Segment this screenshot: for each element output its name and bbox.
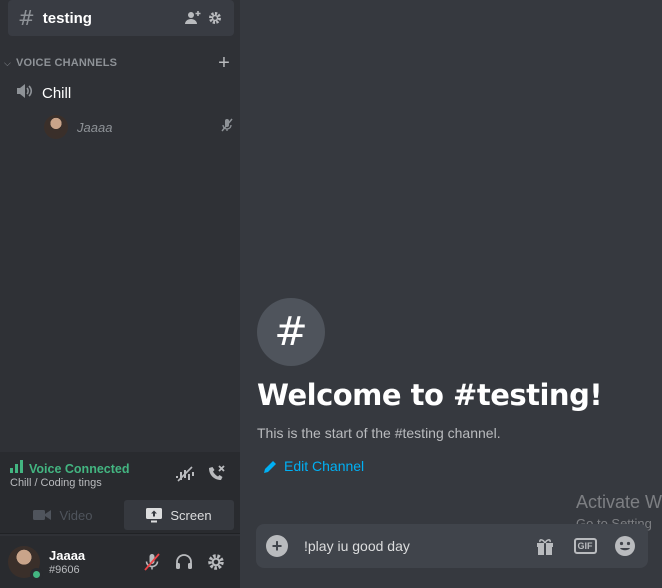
chevron-down-icon: ⌵ [4,57,11,68]
user-panel: Jaaaa #9606 [0,536,240,588]
video-label: Video [59,507,93,523]
activation-watermark-title: Activate W [576,492,662,512]
voice-status-sub: Chill / Coding tings [10,477,102,489]
voice-channel-label: Chill [42,84,72,102]
channel-header[interactable]: # testing [8,0,234,36]
channel-sidebar: # testing ⌵ VOICE CHANNELS + Chill Jaaaa [0,0,240,588]
attach-button[interactable]: + [266,535,288,557]
camera-icon [33,509,52,521]
message-composer: + GIF [256,524,648,568]
voice-user[interactable]: Jaaaa [44,114,234,140]
deafen-button[interactable] [168,546,200,578]
noise-suppression-button[interactable] [173,462,197,486]
screen-share-icon [146,507,163,523]
mute-button[interactable] [136,546,168,578]
muted-mic-icon [220,118,234,137]
channel-name: testing [42,9,92,27]
online-status-dot [30,568,43,581]
gif-label: GIF [573,538,597,554]
welcome-subtitle: This is the start of the #testing channe… [257,425,501,441]
invite-people-icon[interactable] [184,9,202,27]
pencil-icon [264,460,277,473]
disconnect-button[interactable] [204,462,228,486]
add-channel-icon[interactable]: + [214,53,234,73]
edit-channel-label: Edit Channel [284,458,365,474]
hash-icon: # [18,6,35,30]
user-names[interactable]: Jaaaa #9606 [49,548,136,577]
chat-area: # Welcome to #testing! This is the start… [240,0,662,588]
channel-hash-icon: # [257,298,325,366]
discord-app: # testing ⌵ VOICE CHANNELS + Chill Jaaaa [0,0,662,588]
gear-icon[interactable] [206,9,224,27]
username: Jaaaa [49,547,86,563]
edit-channel-link[interactable]: Edit Channel [264,458,364,474]
user-avatar[interactable] [8,546,43,581]
category-label: VOICE CHANNELS [16,57,118,69]
avatar [44,115,68,139]
voice-channel-chill[interactable]: Chill [16,82,234,104]
welcome-title: Welcome to #testing! [257,378,603,412]
user-tag: #9606 [49,563,80,576]
user-settings-button[interactable] [200,546,232,578]
voice-channels-category[interactable]: ⌵ VOICE CHANNELS + [4,53,234,73]
gift-button[interactable] [532,533,558,559]
emoji-button[interactable] [612,533,638,559]
video-button[interactable]: Video [8,500,118,530]
screen-label: Screen [170,507,212,523]
gif-button[interactable]: GIF [572,533,598,559]
voice-status[interactable]: Voice Connected [10,460,129,478]
voice-user-name: Jaaaa [77,119,113,135]
screen-share-button[interactable]: Screen [124,500,234,530]
voice-connection-panel: Voice Connected Chill / Coding tings Vid… [0,452,240,534]
message-input[interactable] [304,538,518,554]
speaker-icon [16,83,34,104]
signal-icon [10,460,24,478]
voice-status-text: Voice Connected [29,462,130,476]
video-screen-buttons: Video Screen [8,500,234,530]
